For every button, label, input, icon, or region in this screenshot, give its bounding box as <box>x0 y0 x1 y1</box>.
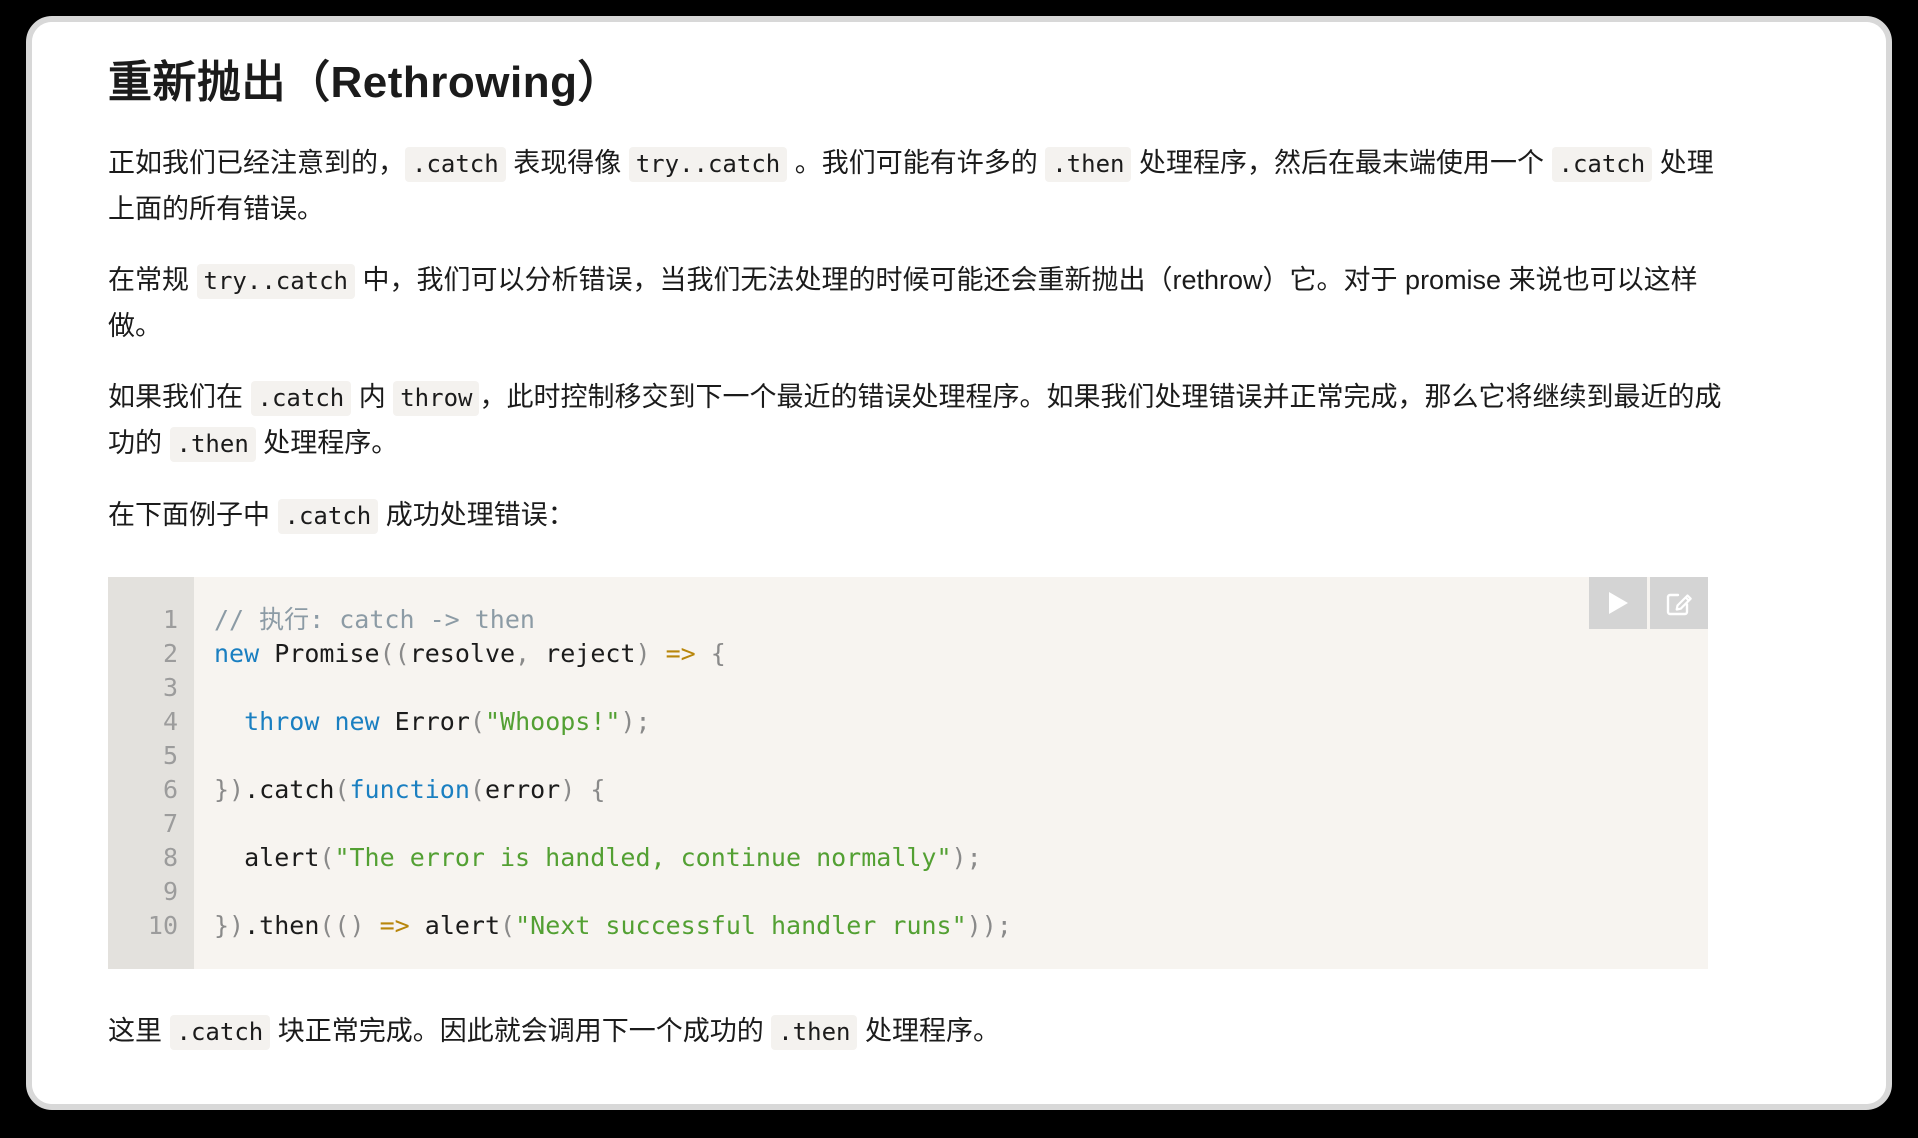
paragraph-1-text-2: 表现得像 <box>505 148 629 179</box>
browser-window-frame: 重新抛出（Rethrowing） 正如我们已经注意到的， .catch 表现得像 … <box>26 16 1892 1110</box>
inline-code-then-3: .then <box>771 1015 858 1051</box>
paragraph-5-text-3: 处理程序。 <box>857 1016 1000 1047</box>
inline-code-then: .then <box>1045 147 1132 183</box>
inline-code-catch-4: .catch <box>277 499 379 535</box>
paragraph-4-text-1: 在下面例子中 <box>108 500 278 531</box>
code-line-2: new Promise((resolve, reject) => { <box>214 639 726 669</box>
code-line-1: // 执行: catch -> then <box>214 605 535 635</box>
paragraph-4: 在下面例子中 .catch 成功处理错误： <box>108 493 1728 539</box>
inline-code-catch: .catch <box>405 147 506 183</box>
code-line-8: alert("The error is handled, continue no… <box>244 843 982 873</box>
edit-pencil-icon <box>1665 589 1693 617</box>
code-line-4: throw new Error("Whoops!"); <box>244 707 651 737</box>
code-block: 1 2 3 4 5 6 7 8 9 10 // 执行: catch -> the… <box>108 577 1708 970</box>
code-line-6: }).catch(function(error) { <box>214 775 606 805</box>
article-content: 重新抛出（Rethrowing） 正如我们已经注意到的， .catch 表现得像 … <box>108 54 1748 1081</box>
inline-code-catch-5: .catch <box>169 1015 271 1051</box>
page-surface: 重新抛出（Rethrowing） 正如我们已经注意到的， .catch 表现得像 … <box>32 22 1886 1104</box>
inline-code-throw: throw <box>393 381 480 417</box>
inline-code-try-catch: try..catch <box>628 147 788 183</box>
code-body: 1 2 3 4 5 6 7 8 9 10 // 执行: catch -> the… <box>108 577 1708 970</box>
inline-code-then-2: .then <box>169 427 256 463</box>
code-editor-area[interactable]: // 执行: catch -> then new Promise((resolv… <box>194 577 1708 969</box>
page-title: 重新抛出（Rethrowing） <box>108 58 622 107</box>
inline-code-try-catch-2: try..catch <box>196 264 356 300</box>
code-line-10: }).then(() => alert("Next successful han… <box>214 911 1012 941</box>
paragraph-1-text-1: 正如我们已经注意到的， <box>108 148 405 179</box>
edit-code-button[interactable] <box>1647 577 1708 630</box>
paragraph-3-text-4: 处理程序。 <box>255 428 399 459</box>
paragraph-1: 正如我们已经注意到的， .catch 表现得像 try..catch 。我们可能有… <box>108 141 1728 232</box>
paragraph-4-text-2: 成功处理错误： <box>378 500 575 531</box>
play-icon <box>1606 590 1630 616</box>
run-code-button[interactable] <box>1589 577 1647 630</box>
paragraph-5-text-1: 这里 <box>108 1016 170 1047</box>
paragraph-3-text-1: 如果我们在 <box>108 382 251 413</box>
paragraph-5-text-2: 块正常完成。因此就会调用下一个成功的 <box>270 1016 772 1047</box>
code-line-numbers: 1 2 3 4 5 6 7 8 9 10 <box>108 577 194 970</box>
code-toolbar <box>1589 577 1708 630</box>
paragraph-1-text-3: 。我们可能有许多的 <box>787 148 1046 179</box>
inline-code-catch-2: .catch <box>1551 147 1653 183</box>
paragraph-3: 如果我们在 .catch 内 throw ，此时控制移交到下一个最近的错误处理程序… <box>108 375 1728 467</box>
paragraph-3-text-2: 内 <box>351 382 394 413</box>
paragraph-5: 这里 .catch 块正常完成。因此就会调用下一个成功的 .then 处理程序。 <box>108 1009 1728 1055</box>
paragraph-2: 在常规 try..catch 中，我们可以分析错误，当我们无法处理的时候可能还会… <box>108 258 1728 349</box>
paragraph-1-text-4: 处理程序，然后在最末端使用一个 <box>1131 148 1552 179</box>
inline-code-catch-3: .catch <box>250 381 352 417</box>
paragraph-2-text-1: 在常规 <box>108 265 197 296</box>
